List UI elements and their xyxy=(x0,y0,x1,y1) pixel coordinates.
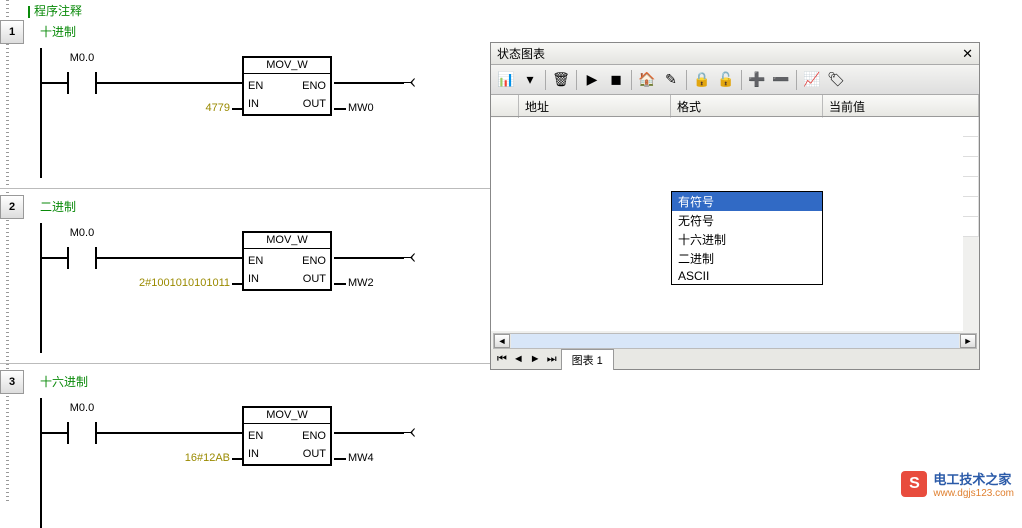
rung-title: 十进制 xyxy=(40,23,76,40)
status-chart-panel: 状态图表 ✕ 📊 ▾ 🗑 ▶ ◼ 🏠 ✎ 🔒 🔓 ➕ ➖ 📈 🏷 地址 格式 当… xyxy=(490,42,980,370)
ladder-editor: 程序注释 1 十进制 M0.0 MOV_W EN ENO IN OUT 4779… xyxy=(0,0,490,504)
delete-row-icon[interactable]: ➖ xyxy=(770,69,792,91)
delete-icon[interactable]: 🗑 xyxy=(550,69,572,91)
in-value[interactable]: 4779 xyxy=(130,102,230,114)
col-value[interactable]: 当前值 xyxy=(823,95,979,116)
watermark-logo-icon: S xyxy=(901,471,927,497)
rung-number: 2 xyxy=(0,195,24,219)
dropdown-icon[interactable]: ▾ xyxy=(519,69,541,91)
eno-terminator-icon: ⤙ xyxy=(398,420,416,442)
rung-number: 1 xyxy=(0,20,24,44)
dropdown-option[interactable]: ASCII xyxy=(672,268,822,284)
out-value[interactable]: MW4 xyxy=(348,452,374,464)
dropdown-option[interactable]: 有符号 xyxy=(672,192,822,211)
format-dropdown: 有符号无符号十六进制二进制ASCII xyxy=(671,191,823,285)
mov-block[interactable]: MOV_W EN ENO IN OUT xyxy=(242,406,332,466)
eno-terminator-icon: ⤙ xyxy=(398,70,416,92)
col-address[interactable]: 地址 xyxy=(519,95,671,116)
tab-chart-1[interactable]: 图表 1 xyxy=(561,349,614,370)
panel-titlebar: 状态图表 ✕ xyxy=(491,43,979,65)
home-icon[interactable]: 🏠 xyxy=(636,69,658,91)
rung-title: 二进制 xyxy=(40,198,76,215)
scroll-right-icon[interactable]: ► xyxy=(960,334,976,348)
mov-block[interactable]: MOV_W EN ENO IN OUT xyxy=(242,56,332,116)
unlock-icon[interactable]: 🔓 xyxy=(715,69,737,91)
watermark-text: 电工技术之家 xyxy=(933,469,1014,488)
chart-tabs: ⏮ ◄ ► ⏭ 图表 1 xyxy=(491,349,979,369)
rung-divider xyxy=(0,188,490,189)
new-chart-icon[interactable]: 📊 xyxy=(495,69,517,91)
contact[interactable]: M0.0 xyxy=(42,68,122,108)
program-comment: 程序注释 xyxy=(28,2,82,19)
grid-header: 地址 格式 当前值 xyxy=(491,95,979,117)
rung-divider xyxy=(0,363,490,364)
dropdown-option[interactable]: 二进制 xyxy=(672,249,822,268)
horizontal-scrollbar[interactable]: ◄ ► xyxy=(493,333,977,349)
out-value[interactable]: MW0 xyxy=(348,102,374,114)
eno-terminator-icon: ⤙ xyxy=(398,245,416,267)
tab-next-icon[interactable]: ► xyxy=(528,353,543,365)
lock-icon[interactable]: 🔒 xyxy=(691,69,713,91)
out-value[interactable]: MW2 xyxy=(348,277,374,289)
stop-icon[interactable]: ◼ xyxy=(605,69,627,91)
ladder-network: M0.0 MOV_W EN ENO IN OUT 4779 MW0 ⤙ xyxy=(0,48,490,178)
panel-toolbar: 📊 ▾ 🗑 ▶ ◼ 🏠 ✎ 🔒 🔓 ➕ ➖ 📈 🏷 xyxy=(491,65,979,95)
watermark-url: www.dgjs123.com xyxy=(933,488,1014,499)
block-type: MOV_W xyxy=(244,57,330,74)
ladder-network: M0.0 MOV_W EN ENO IN OUT 16#12AB MW4 ⤙ xyxy=(0,398,490,528)
trend-icon[interactable]: 📈 xyxy=(801,69,823,91)
tab-last-icon[interactable]: ⏭ xyxy=(545,353,559,366)
scroll-left-icon[interactable]: ◄ xyxy=(494,334,510,348)
contact[interactable]: M0.0 xyxy=(42,243,122,283)
mov-block[interactable]: MOV_W EN ENO IN OUT xyxy=(242,231,332,291)
rung-title: 十六进制 xyxy=(40,373,88,390)
watermark: S 电工技术之家 www.dgjs123.com xyxy=(901,469,1014,499)
contact-label: M0.0 xyxy=(42,52,122,64)
run-icon[interactable]: ▶ xyxy=(581,69,603,91)
edit-icon[interactable]: ✎ xyxy=(660,69,682,91)
rung-number: 3 xyxy=(0,370,24,394)
in-value[interactable]: 16#12AB xyxy=(130,452,230,464)
panel-title: 状态图表 xyxy=(497,45,545,62)
contact[interactable]: M0.0 xyxy=(42,418,122,458)
ladder-network: M0.0 MOV_W EN ENO IN OUT 2#1001010101011… xyxy=(0,223,490,353)
close-icon[interactable]: ✕ xyxy=(962,46,973,62)
tab-prev-icon[interactable]: ◄ xyxy=(511,353,526,365)
dropdown-option[interactable]: 无符号 xyxy=(672,211,822,230)
tag-icon[interactable]: 🏷 xyxy=(825,69,847,91)
col-format[interactable]: 格式 xyxy=(671,95,823,116)
tab-first-icon[interactable]: ⏮ xyxy=(495,353,509,366)
in-value[interactable]: 2#1001010101011 xyxy=(130,277,230,289)
insert-row-icon[interactable]: ➕ xyxy=(746,69,768,91)
dropdown-option[interactable]: 十六进制 xyxy=(672,230,822,249)
